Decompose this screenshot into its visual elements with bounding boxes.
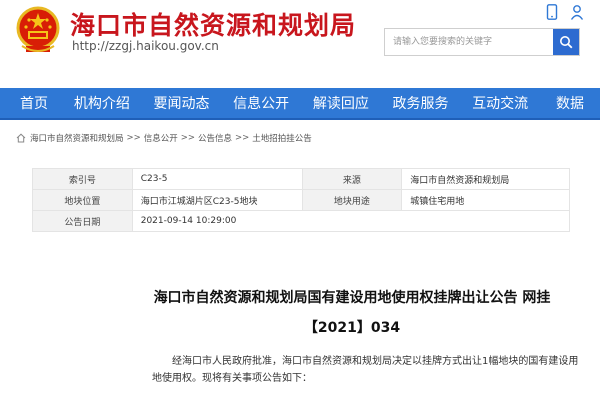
article-title: 海口市自然资源和规划局国有建设用地使用权挂牌出让公告 网挂【2021】034 [153,290,551,336]
breadcrumb-separator: >> [235,133,250,143]
source-value: 海口市自然资源和规划局 [401,168,570,190]
nav-item-info-disclosure[interactable]: 信息公开 [221,88,301,118]
index-number-label: 索引号 [32,168,133,190]
nav-item-interaction[interactable]: 互动交流 [460,88,540,118]
search-box [384,28,580,56]
main-nav: 首页 机构介绍 要闻动态 信息公开 解读回应 政务服务 互动交流 数据 [0,88,600,120]
announcement-date-value: 2021-09-14 10:29:00 [131,210,571,232]
breadcrumb-item-announcements[interactable]: 公告信息 [198,132,232,144]
search-input[interactable] [385,29,553,55]
breadcrumb: 海口市自然资源和规划局 >> 信息公开 >> 公告信息 >> 土地招拍挂公告 [16,130,312,146]
parcel-location-label: 地块位置 [32,189,133,211]
nav-item-interpretation[interactable]: 解读回应 [301,88,381,118]
table-row: 索引号 C23-5 来源 海口市自然资源和规划局 [32,168,570,190]
user-icon[interactable] [570,4,584,20]
national-emblem-icon [16,6,60,52]
mobile-icon[interactable] [546,4,558,20]
announcement-date-label: 公告日期 [32,210,133,232]
table-row: 地块位置 海口市江城湖片区C23-5地块 地块用途 城镇住宅用地 [32,189,570,211]
article-body: 经海口市人民政府批准，海口市自然资源和规划局决定以挂牌方式出让1幅地块的国有建设… [152,356,579,384]
parcel-use-value: 城镇住宅用地 [401,189,570,211]
index-number-value: C23-5 [131,168,303,190]
breadcrumb-separator: >> [180,133,196,143]
source-label: 来源 [301,168,403,190]
site-url: http://zzgj.haikou.gov.cn [72,39,219,53]
parcel-location-value: 海口市江城湖片区C23-5地块 [131,189,303,211]
breadcrumb-item-bureau[interactable]: 海口市自然资源和规划局 [30,132,124,144]
nav-item-institution[interactable]: 机构介绍 [62,88,142,118]
site-header: 海口市自然资源和规划局 http://zzgj.haikou.gov.cn [0,0,600,88]
nav-item-data[interactable]: 数据 [540,88,600,118]
breadcrumb-separator: >> [126,133,141,143]
info-table: 索引号 C23-5 来源 海口市自然资源和规划局 地块位置 海口市江城湖片区C2… [32,168,571,232]
breadcrumb-item-land-auction[interactable]: 土地招拍挂公告 [252,132,312,144]
nav-item-home[interactable]: 首页 [0,88,62,118]
site-title[interactable]: 海口市自然资源和规划局 [70,6,356,42]
table-row: 公告日期 2021-09-14 10:29:00 [32,210,571,232]
nav-item-news[interactable]: 要闻动态 [142,88,222,118]
breadcrumb-item-info-disclosure[interactable]: 信息公开 [144,132,178,144]
home-icon [16,133,26,143]
nav-item-gov-services[interactable]: 政务服务 [381,88,461,118]
search-icon [560,36,573,49]
parcel-use-label: 地块用途 [301,189,403,211]
search-button[interactable] [553,29,579,55]
